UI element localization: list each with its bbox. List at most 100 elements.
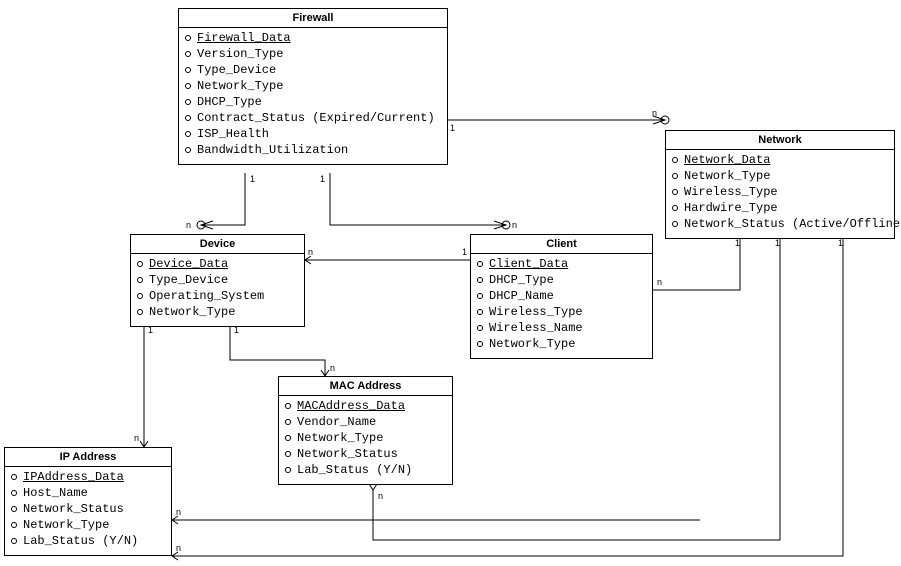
bullet-icon (672, 173, 678, 179)
entity-attribute: Hardwire_Type (672, 200, 888, 216)
entity-ip-attrs: IPAddress_DataHost_NameNetwork_StatusNet… (5, 467, 171, 555)
bullet-icon (185, 147, 191, 153)
entity-attribute: Firewall_Data (185, 30, 441, 46)
entity-ip-title: IP Address (5, 448, 171, 467)
attribute-name: Vendor_Name (297, 414, 376, 430)
mult-label: n (330, 364, 335, 373)
entity-attribute: Device_Data (137, 256, 298, 272)
bullet-icon (672, 205, 678, 211)
bullet-icon (185, 131, 191, 137)
entity-network-attrs: Network_DataNetwork_TypeWireless_TypeHar… (666, 150, 894, 238)
bullet-icon (185, 115, 191, 121)
entity-attribute: Host_Name (11, 485, 165, 501)
mult-label: n (186, 221, 191, 230)
attribute-name: Network_Type (23, 517, 109, 533)
entity-attribute: Network_Type (477, 336, 646, 352)
attribute-name: Operating_System (149, 288, 264, 304)
mult-label: 1 (234, 326, 239, 335)
entity-attribute: Lab_Status (Y/N) (285, 462, 446, 478)
mult-label: n (512, 221, 517, 230)
mult-label: 1 (838, 239, 843, 248)
mult-label: 1 (450, 124, 455, 133)
entity-attribute: Operating_System (137, 288, 298, 304)
attribute-name: Network_Type (684, 168, 770, 184)
attribute-name: Network_Status (23, 501, 124, 517)
attribute-name: Wireless_Type (684, 184, 778, 200)
entity-attribute: Type_Device (137, 272, 298, 288)
attribute-name: Contract_Status (Expired/Current) (197, 110, 435, 126)
bullet-icon (11, 474, 17, 480)
entity-attribute: Network_Type (185, 78, 441, 94)
bullet-icon (185, 51, 191, 57)
attribute-name-pk: IPAddress_Data (23, 469, 124, 485)
attribute-name: Lab_Status (Y/N) (23, 533, 138, 549)
entity-attribute: Network_Status (11, 501, 165, 517)
attribute-name-pk: Network_Data (684, 152, 770, 168)
entity-mac-title: MAC Address (279, 377, 452, 396)
attribute-name: ISP_Health (197, 126, 269, 142)
entity-attribute: MACAddress_Data (285, 398, 446, 414)
entity-client-title: Client (471, 235, 652, 254)
entity-network: Network Network_DataNetwork_TypeWireless… (665, 130, 895, 239)
bullet-icon (477, 325, 483, 331)
bullet-icon (285, 403, 291, 409)
bullet-icon (185, 83, 191, 89)
attribute-name: DHCP_Name (489, 288, 554, 304)
attribute-name: Network_Type (149, 304, 235, 320)
entity-client-attrs: Client_DataDHCP_TypeDHCP_NameWireless_Ty… (471, 254, 652, 358)
bullet-icon (285, 435, 291, 441)
bullet-icon (11, 506, 17, 512)
bullet-icon (137, 277, 143, 283)
entity-attribute: DHCP_Type (477, 272, 646, 288)
mult-label: 1 (148, 326, 153, 335)
attribute-name: Bandwidth_Utilization (197, 142, 348, 158)
bullet-icon (285, 419, 291, 425)
entity-attribute: Network_Type (285, 430, 446, 446)
mult-label: 1 (775, 239, 780, 248)
attribute-name: Wireless_Name (489, 320, 583, 336)
attribute-name: Network_Type (197, 78, 283, 94)
bullet-icon (185, 35, 191, 41)
entity-attribute: Network_Type (11, 517, 165, 533)
entity-attribute: Contract_Status (Expired/Current) (185, 110, 441, 126)
attribute-name: Network_Type (297, 430, 383, 446)
bullet-icon (285, 467, 291, 473)
mult-label: 1 (320, 175, 325, 184)
entity-attribute: DHCP_Name (477, 288, 646, 304)
mult-label: 1 (462, 248, 467, 257)
entity-attribute: Wireless_Type (477, 304, 646, 320)
bullet-icon (137, 309, 143, 315)
entity-client: Client Client_DataDHCP_TypeDHCP_NameWire… (470, 234, 653, 359)
attribute-name: Type_Device (149, 272, 228, 288)
attribute-name-pk: MACAddress_Data (297, 398, 405, 414)
attribute-name-pk: Client_Data (489, 256, 568, 272)
attribute-name: Wireless_Type (489, 304, 583, 320)
mult-label: 1 (735, 239, 740, 248)
bullet-icon (672, 221, 678, 227)
entity-attribute: IPAddress_Data (11, 469, 165, 485)
entity-ip-address: IP Address IPAddress_DataHost_NameNetwor… (4, 447, 172, 556)
entity-attribute: Network_Data (672, 152, 888, 168)
entity-attribute: DHCP_Type (185, 94, 441, 110)
entity-attribute: Bandwidth_Utilization (185, 142, 441, 158)
attribute-name: Host_Name (23, 485, 88, 501)
entity-mac-attrs: MACAddress_DataVendor_NameNetwork_TypeNe… (279, 396, 452, 484)
entity-attribute: Network_Type (137, 304, 298, 320)
attribute-name: Lab_Status (Y/N) (297, 462, 412, 478)
attribute-name: Version_Type (197, 46, 283, 62)
bullet-icon (477, 261, 483, 267)
mult-label: n (176, 508, 181, 517)
bullet-icon (477, 277, 483, 283)
entity-attribute: Wireless_Name (477, 320, 646, 336)
bullet-icon (185, 67, 191, 73)
attribute-name: Hardwire_Type (684, 200, 778, 216)
entity-mac-address: MAC Address MACAddress_DataVendor_NameNe… (278, 376, 453, 485)
attribute-name: Network_Type (489, 336, 575, 352)
entity-network-title: Network (666, 131, 894, 150)
entity-firewall-attrs: Firewall_DataVersion_TypeType_DeviceNetw… (179, 28, 447, 164)
bullet-icon (672, 189, 678, 195)
entity-attribute: Network_Type (672, 168, 888, 184)
entity-attribute: Vendor_Name (285, 414, 446, 430)
entity-attribute: Wireless_Type (672, 184, 888, 200)
bullet-icon (477, 293, 483, 299)
